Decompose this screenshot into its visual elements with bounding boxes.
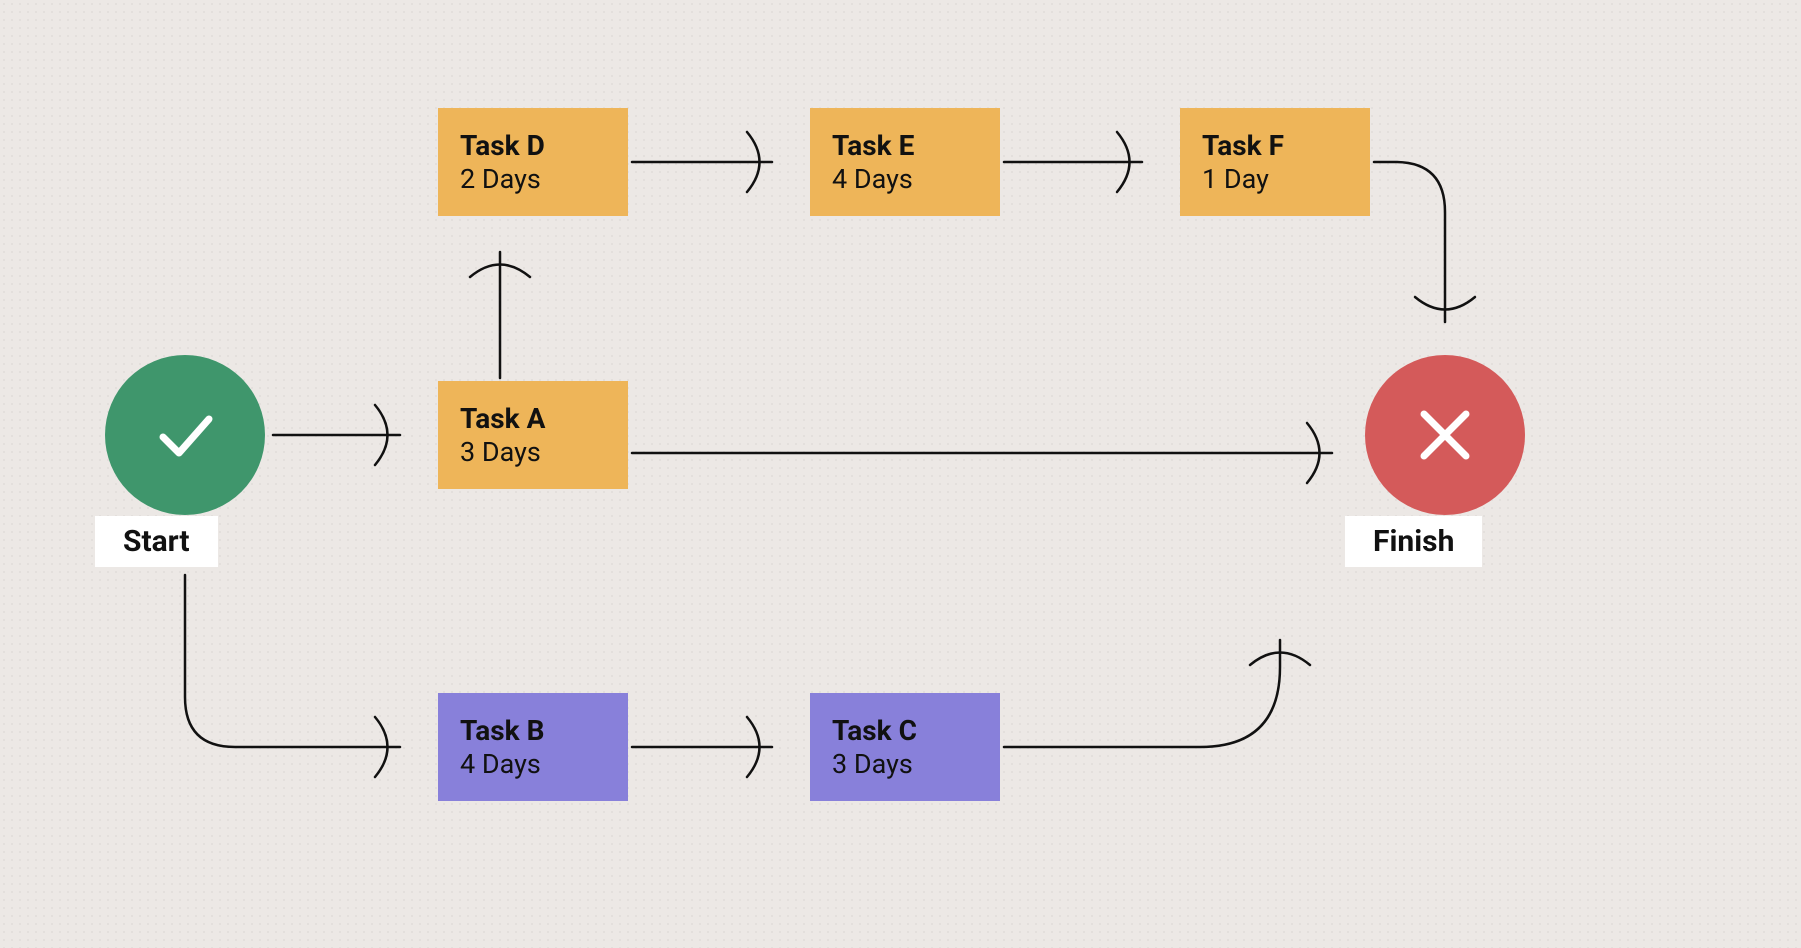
finish-node	[1365, 355, 1525, 515]
task-c-title: Task C	[832, 714, 1000, 748]
task-d-title: Task D	[460, 129, 628, 163]
task-b-title: Task B	[460, 714, 628, 748]
task-f-box: Task F 1 Day	[1180, 108, 1370, 216]
task-b-duration: 4 Days	[460, 748, 628, 780]
finish-label: Finish	[1345, 516, 1482, 567]
task-f-title: Task F	[1202, 129, 1370, 163]
task-d-box: Task D 2 Days	[438, 108, 628, 216]
task-a-title: Task A	[460, 402, 628, 436]
task-b-box: Task B 4 Days	[438, 693, 628, 801]
task-f-duration: 1 Day	[1202, 163, 1370, 195]
task-e-duration: 4 Days	[832, 163, 1000, 195]
check-icon	[145, 395, 225, 475]
task-c-box: Task C 3 Days	[810, 693, 1000, 801]
task-a-box: Task A 3 Days	[438, 381, 628, 489]
task-a-duration: 3 Days	[460, 436, 628, 468]
task-e-title: Task E	[832, 129, 1000, 163]
x-icon	[1410, 400, 1480, 470]
task-e-box: Task E 4 Days	[810, 108, 1000, 216]
start-label: Start	[95, 516, 218, 567]
task-c-duration: 3 Days	[832, 748, 1000, 780]
task-d-duration: 2 Days	[460, 163, 628, 195]
start-node	[105, 355, 265, 515]
